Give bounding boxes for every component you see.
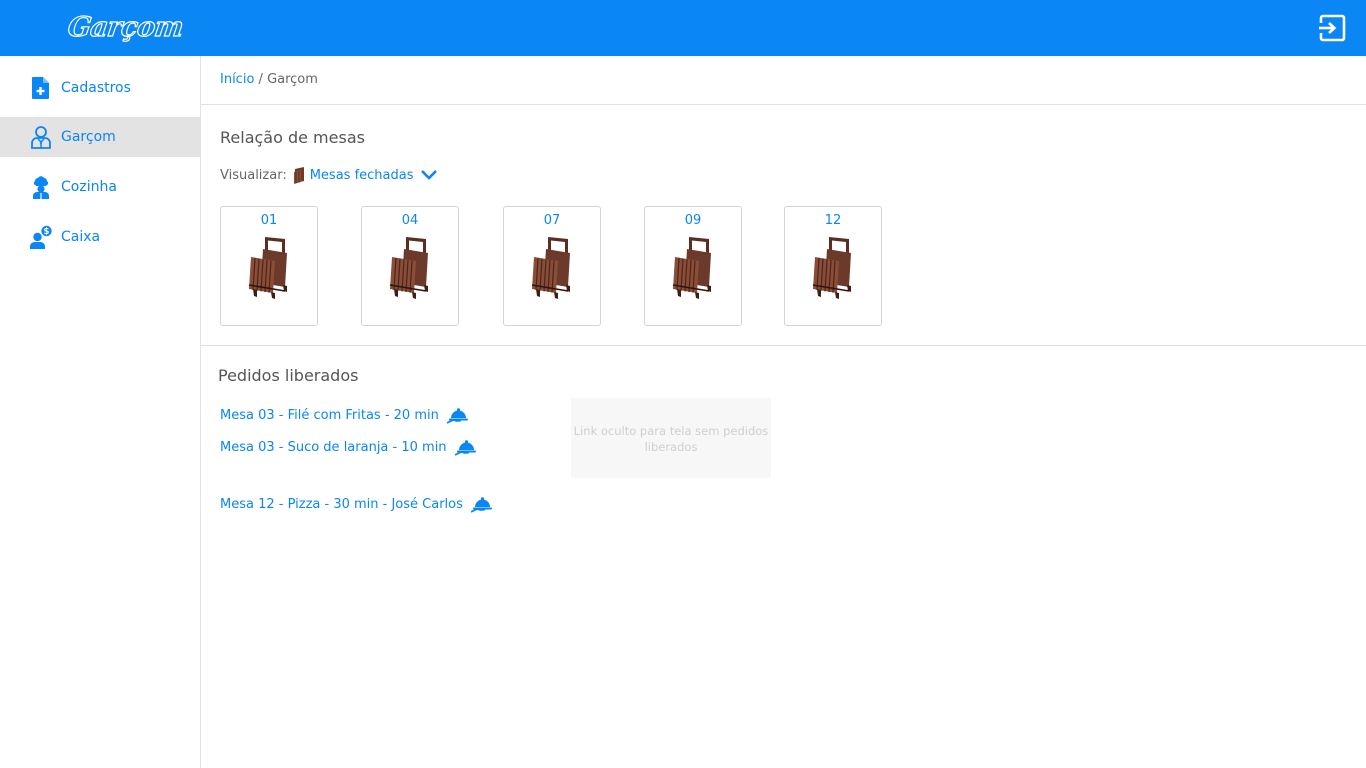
- breadcrumb-separator: /: [254, 72, 268, 87]
- top-bar: Garçom: [0, 0, 1366, 56]
- breadcrumb: Início / Garçom: [220, 72, 318, 87]
- hidden-link-no-orders[interactable]: Link oculto para tela sem pedidos libera…: [571, 398, 771, 478]
- sidebar-item-label: Cadastros: [61, 80, 131, 96]
- svg-text:$: $: [44, 227, 50, 237]
- chef-icon: [33, 176, 49, 199]
- view-filter: Visualizar: Mesas fechadas: [220, 166, 438, 184]
- table-number: 07: [543, 213, 561, 228]
- table-card[interactable]: 12: [784, 206, 882, 326]
- breadcrumb-current: Garçom: [267, 72, 318, 87]
- sidebar-item-caixa[interactable]: $ Caixa: [0, 217, 200, 257]
- folded-table-icon: [672, 236, 712, 299]
- view-filter-value: Mesas fechadas: [309, 167, 414, 183]
- order-text: Mesa 03 - Filé com Fritas - 20 min: [220, 407, 439, 423]
- order-text: Mesa 03 - Suco de laranja - 10 min: [220, 439, 447, 455]
- view-filter-dropdown[interactable]: Mesas fechadas: [291, 166, 438, 184]
- chevron-down-icon: [420, 170, 437, 180]
- sidebar-item-label: Garçom: [61, 129, 116, 145]
- breadcrumb-home-link[interactable]: Início: [220, 72, 254, 87]
- table-card[interactable]: 07: [503, 206, 601, 326]
- cloche-icon: [454, 439, 477, 456]
- folded-table-icon: [531, 236, 571, 299]
- sidebar-item-label: Cozinha: [61, 179, 117, 195]
- app-logo[interactable]: Garçom: [65, 6, 186, 50]
- table-card[interactable]: 04: [361, 206, 459, 326]
- table-card[interactable]: 09: [644, 206, 742, 326]
- orders-section-title: Pedidos liberados: [218, 366, 359, 385]
- sidebar-item-garcom[interactable]: Garçom: [0, 117, 200, 157]
- sidebar: Cadastros Garçom Cozinha $ Caixa: [0, 56, 201, 768]
- folded-table-icon: [293, 167, 304, 184]
- order-link[interactable]: Mesa 03 - Suco de laranja - 10 min: [220, 437, 477, 457]
- cashier-icon: $: [30, 225, 52, 249]
- table-number: 09: [684, 213, 702, 228]
- sidebar-item-cadastros[interactable]: Cadastros: [0, 68, 200, 108]
- view-filter-label: Visualizar:: [220, 167, 287, 183]
- cloche-icon: [446, 407, 469, 424]
- order-text: Mesa 12 - Pizza - 30 min - José Carlos: [220, 496, 463, 512]
- table-number: 12: [824, 213, 842, 228]
- table-card[interactable]: 01: [220, 206, 318, 326]
- folded-table-icon: [248, 236, 288, 299]
- divider: [201, 104, 1366, 105]
- order-link[interactable]: Mesa 03 - Filé com Fritas - 20 min: [220, 405, 469, 425]
- sidebar-item-cozinha[interactable]: Cozinha: [0, 167, 200, 207]
- cloche-icon: [470, 496, 493, 513]
- divider: [201, 345, 1366, 346]
- folded-table-icon: [812, 236, 852, 299]
- add-document-icon: [32, 77, 49, 99]
- sidebar-item-label: Caixa: [61, 229, 101, 245]
- order-link[interactable]: Mesa 12 - Pizza - 30 min - José Carlos: [220, 494, 493, 514]
- main-content: Início / Garçom Relação de mesas Visuali…: [201, 56, 1366, 768]
- folded-table-icon: [389, 236, 429, 299]
- table-number: 01: [260, 213, 278, 228]
- table-number: 04: [401, 213, 419, 228]
- logout-icon[interactable]: [1318, 13, 1348, 43]
- tables-section-title: Relação de mesas: [220, 128, 365, 147]
- waiter-icon: [31, 126, 51, 149]
